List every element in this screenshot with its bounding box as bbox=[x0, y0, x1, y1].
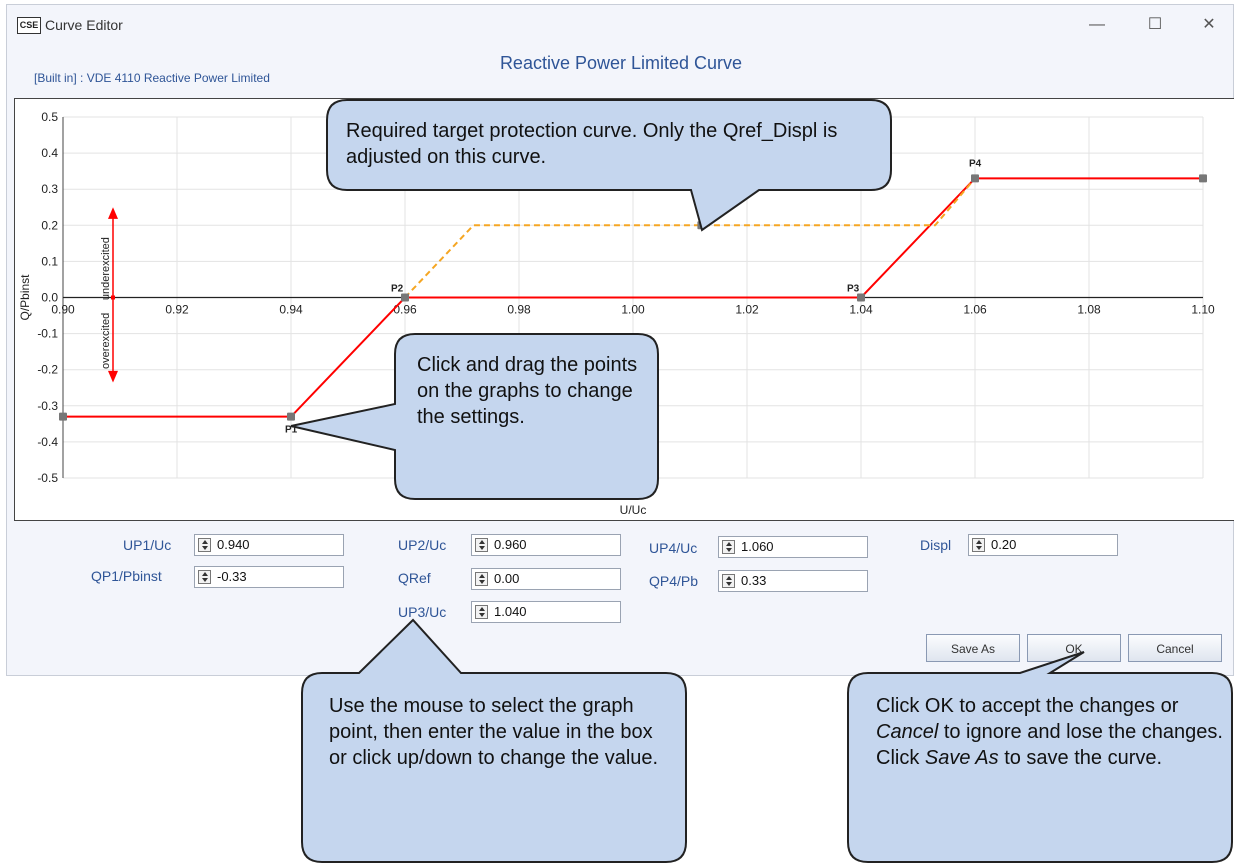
underexcited-label: underexcited bbox=[100, 237, 112, 300]
drag-points-callout-text: Click and drag the points on the graphs … bbox=[417, 354, 638, 428]
point-label-p4: P4 bbox=[969, 158, 982, 169]
qp1-input[interactable]: -0.33 bbox=[194, 566, 344, 588]
maximize-button[interactable]: ☐ bbox=[1133, 13, 1177, 37]
ok-cancel-text-cancel: Cancel bbox=[876, 721, 939, 743]
x-tick-label: 1.04 bbox=[849, 303, 873, 317]
x-tick-label: 1.06 bbox=[963, 303, 987, 317]
y-tick-label: -0.4 bbox=[37, 435, 58, 449]
x-axis-label: U/Uc bbox=[620, 503, 647, 517]
app-icon: CSE bbox=[17, 17, 41, 34]
x-tick-label: 1.02 bbox=[735, 303, 759, 317]
ok-cancel-text-part: Click OK to accept the changes or bbox=[876, 695, 1179, 717]
minimize-button[interactable]: — bbox=[1075, 13, 1119, 37]
up1-value: 0.940 bbox=[217, 537, 250, 552]
save-as-button[interactable]: Save As bbox=[926, 634, 1020, 662]
up4-label: UP4/Uc bbox=[649, 540, 698, 556]
y-tick-label: -0.2 bbox=[37, 363, 58, 377]
up4-input[interactable]: 1.060 bbox=[718, 536, 868, 558]
y-tick-label: 0.5 bbox=[41, 110, 58, 124]
y-tick-label: 0.3 bbox=[41, 182, 58, 196]
curve-point-marker bbox=[59, 412, 67, 421]
y-tick-label: -0.3 bbox=[37, 399, 58, 413]
target-curve-line bbox=[404, 177, 976, 299]
point-label-p1: P1 bbox=[285, 425, 298, 436]
x-tick-label: 0.94 bbox=[279, 303, 303, 317]
qref-input[interactable]: 0.00 bbox=[471, 568, 621, 590]
curve-point-marker bbox=[971, 174, 979, 183]
qref-spinner[interactable] bbox=[475, 572, 488, 586]
qp1-label: QP1/Pbinst bbox=[91, 568, 162, 584]
y-tick-label: 0.2 bbox=[41, 218, 58, 232]
y-tick-label: 0.4 bbox=[41, 146, 58, 160]
y-tick-label: 0.0 bbox=[41, 291, 58, 305]
up2-spinner[interactable] bbox=[475, 538, 488, 552]
qp1-spinner[interactable] bbox=[198, 570, 211, 584]
x-tick-label: 0.98 bbox=[507, 303, 531, 317]
up4-spinner[interactable] bbox=[722, 540, 735, 554]
x-tick-label: 1.08 bbox=[1077, 303, 1101, 317]
up3-input[interactable]: 1.040 bbox=[471, 601, 621, 623]
displ-point-marker bbox=[697, 221, 706, 230]
up3-label: UP3/Uc bbox=[398, 604, 447, 620]
close-button[interactable]: ✕ bbox=[1187, 13, 1231, 37]
ok-button[interactable]: OK bbox=[1027, 634, 1121, 662]
up1-input[interactable]: 0.940 bbox=[194, 534, 344, 556]
displ-value: 0.20 bbox=[991, 537, 1017, 552]
overexcited-label: overexcited bbox=[100, 313, 112, 369]
ok-cancel-text-saveas: Save As bbox=[924, 747, 999, 769]
displ-spinner[interactable] bbox=[972, 538, 985, 552]
ok-cancel-text-part: to save the curve. bbox=[998, 747, 1163, 769]
curve-point-marker bbox=[287, 412, 295, 421]
builtin-curve-label: [Built in] : VDE 4110 Reactive Power Lim… bbox=[34, 71, 270, 85]
x-tick-label: 1.00 bbox=[621, 303, 645, 317]
up1-spinner[interactable] bbox=[198, 538, 211, 552]
down-arrow-icon bbox=[108, 370, 118, 383]
y-tick-label: -0.1 bbox=[37, 327, 58, 341]
x-tick-label: 0.92 bbox=[165, 303, 189, 317]
qp1-value: -0.33 bbox=[217, 569, 247, 584]
up1-label: UP1/Uc bbox=[123, 537, 172, 553]
window-title: Curve Editor bbox=[45, 17, 123, 33]
y-tick-label: 0.1 bbox=[41, 254, 58, 268]
up-arrow-icon bbox=[108, 207, 118, 219]
displ-label: Displ bbox=[920, 537, 952, 553]
qp4-label: QP4/Pb bbox=[649, 573, 699, 589]
up4-value: 1.060 bbox=[741, 539, 774, 554]
qp4-spinner[interactable] bbox=[722, 574, 735, 588]
displ-input[interactable]: 0.20 bbox=[968, 534, 1118, 556]
curve-point-marker bbox=[857, 293, 865, 302]
up2-value: 0.960 bbox=[494, 537, 527, 552]
up3-value: 1.040 bbox=[494, 604, 527, 619]
qp4-value: 0.33 bbox=[741, 573, 767, 588]
qp4-input[interactable]: 0.33 bbox=[718, 570, 868, 592]
cancel-button[interactable]: Cancel bbox=[1128, 634, 1222, 662]
y-axis-label: Q/Pbinst bbox=[18, 274, 32, 321]
up3-spinner[interactable] bbox=[475, 605, 488, 619]
x-tick-label: 0.90 bbox=[51, 303, 75, 317]
curve-point-marker bbox=[1199, 174, 1207, 183]
ok-cancel-callout-text: Click OK to accept the changes or Cancel… bbox=[876, 693, 1224, 771]
up2-input[interactable]: 0.960 bbox=[471, 534, 621, 556]
point-label-p2: P2 bbox=[391, 284, 404, 295]
enter-value-callout-text: Use the mouse to select the graph point,… bbox=[329, 695, 659, 769]
qref-value: 0.00 bbox=[494, 571, 520, 586]
target-curve-callout-text: Required target protection curve. Only t… bbox=[346, 120, 838, 168]
point-label-p3: P3 bbox=[847, 284, 860, 295]
up2-label: UP2/Uc bbox=[398, 537, 447, 553]
title-bar[interactable]: CSE Curve Editor — ☐ ✕ bbox=[7, 5, 1233, 41]
x-tick-label: 1.10 bbox=[1191, 303, 1215, 317]
y-tick-label: -0.5 bbox=[37, 471, 58, 485]
curve-point-marker bbox=[401, 293, 409, 302]
qref-label: QRef bbox=[398, 570, 431, 586]
